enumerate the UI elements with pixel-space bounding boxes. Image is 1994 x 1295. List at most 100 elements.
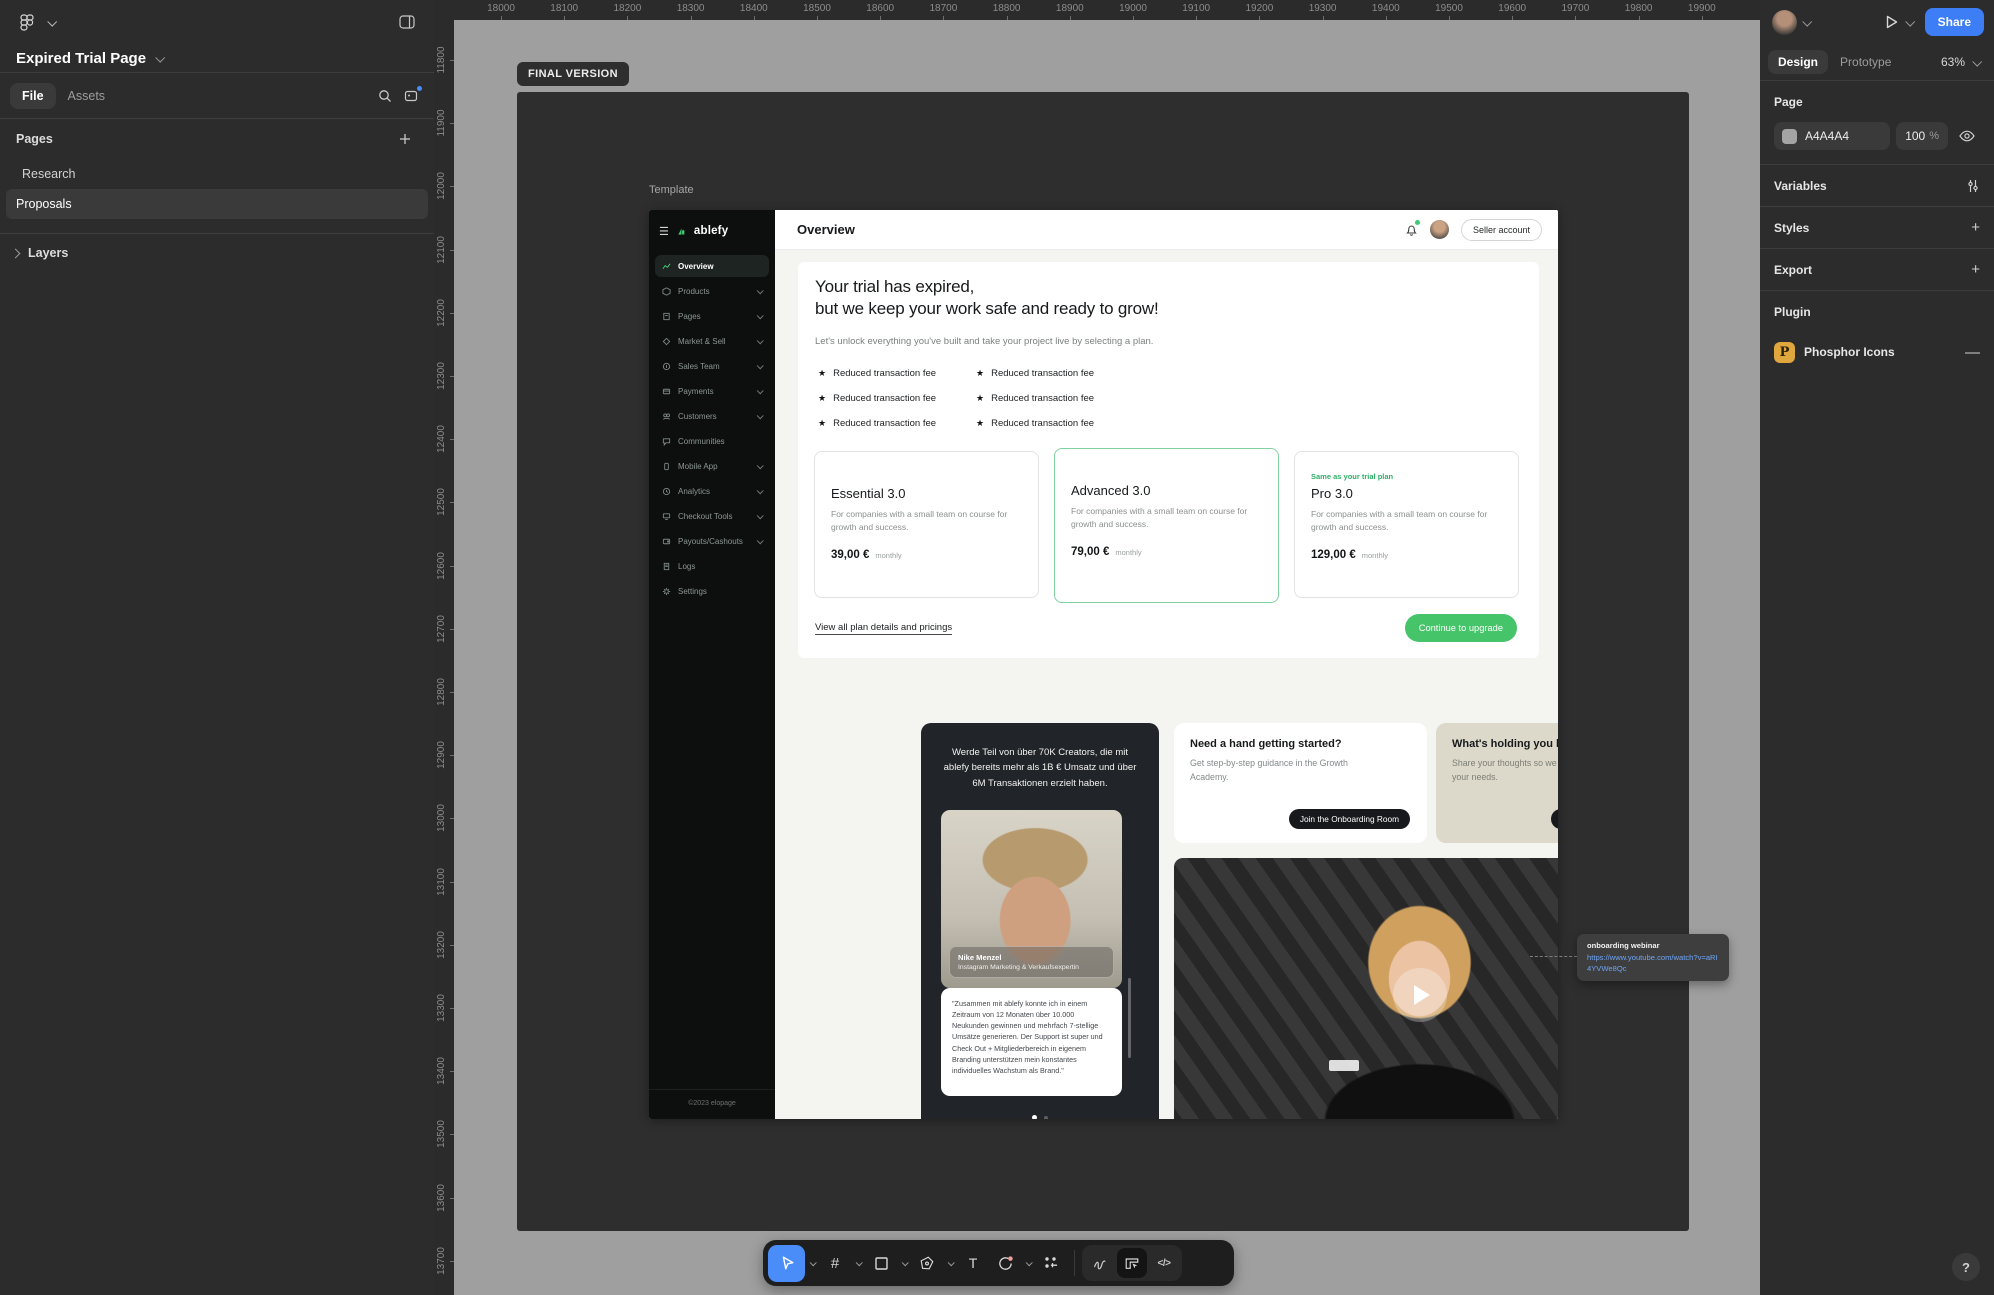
search-icon[interactable] [372,83,398,109]
nav-item-sales-team[interactable]: Sales Team [655,355,769,377]
pen-tool-chevron-icon[interactable] [943,1246,957,1280]
remove-plugin-icon[interactable]: — [1965,344,1980,361]
testimonial-photo: Nike Menzel Instagram Marketing & Verkau… [941,810,1122,988]
text-tool-button[interactable]: T [957,1246,989,1280]
nav-item-analytics[interactable]: Analytics [655,480,769,502]
join-onboarding-button[interactable]: Join the Onboarding Room [1289,809,1410,829]
nav-item-logs[interactable]: Logs [655,555,769,577]
actions-tool-button[interactable] [1035,1246,1067,1280]
page-opacity-input[interactable]: 100 % [1896,122,1948,150]
present-icon[interactable] [1882,13,1900,31]
frame-label[interactable]: Template [649,184,694,196]
tab-design[interactable]: Design [1768,50,1828,74]
dot-active[interactable] [1032,1115,1037,1119]
file-title-row[interactable]: Expired Trial Page [0,44,434,72]
pen-tool-button[interactable] [911,1246,943,1280]
nav-item-pages[interactable]: Pages [655,305,769,327]
tooltip-link[interactable]: https://www.youtube.com/watch?v=aRI4YVWe… [1587,953,1719,974]
draw-mode-button[interactable] [1085,1248,1115,1278]
variables-icon[interactable] [1966,179,1980,193]
add-style-icon[interactable]: + [1971,219,1980,236]
comment-tool-button[interactable] [989,1246,1021,1280]
file-menu-chevron-icon[interactable] [47,16,57,26]
scrollbar[interactable] [1128,978,1131,1058]
color-swatch[interactable] [1782,129,1797,144]
ruler-tick [501,16,502,20]
move-tool-chevron-icon[interactable] [805,1246,819,1280]
tab-file[interactable]: File [10,83,56,109]
nav-item-checkout-tools[interactable]: Checkout Tools [655,505,769,527]
nav-item-payouts-cashouts[interactable]: Payouts/Cashouts [655,530,769,552]
person-name: Nike Menzel [958,953,1105,962]
ruler-tick [450,1071,454,1072]
shape-tool-button[interactable] [865,1246,897,1280]
opacity-value: 100 [1905,129,1925,143]
nav-item-payments[interactable]: Payments [655,380,769,402]
frame-tool-chevron-icon[interactable] [851,1246,865,1280]
plan-card-advanced[interactable]: Advanced 3.0 For companies with a small … [1054,448,1279,603]
tab-assets[interactable]: Assets [56,83,118,109]
dev-mode-button[interactable]: </> [1149,1248,1179,1278]
ruler-tick [564,16,565,20]
help-button[interactable]: ? [1952,1253,1980,1281]
dot[interactable] [1044,1116,1048,1120]
tab-prototype[interactable]: Prototype [1830,50,1901,74]
user-chevron-icon[interactable] [1802,16,1812,26]
move-tool-button[interactable] [768,1245,805,1282]
design-frame[interactable]: ☰ ablefy OverviewProductsPagesMarket & S… [649,210,1558,1119]
ruler-tick [450,945,454,946]
page-item-proposals[interactable]: Proposals [6,189,428,219]
seller-account-button[interactable]: Seller account [1461,219,1542,241]
comment-tool-chevron-icon[interactable] [1021,1246,1035,1280]
frame-tool-button[interactable]: # [819,1246,851,1280]
plan-card-essential[interactable]: Essential 3.0 For companies with a small… [814,451,1039,598]
plan-card-pro[interactable]: Same as your trial plan Pro 3.0 For comp… [1294,451,1519,598]
view-plans-link[interactable]: View all plan details and pricings [815,622,952,635]
nav-item-customers[interactable]: Customers [655,405,769,427]
benefit-item: ★Reduced transaction fee [976,368,1134,379]
nav-item-mobile-app[interactable]: Mobile App [655,455,769,477]
avatar[interactable] [1430,220,1449,239]
ruler-tick-label: 19600 [1498,3,1526,14]
ruler-tick-label: 18200 [613,3,641,14]
bell-icon[interactable] [1405,223,1418,237]
nav-item-market-sell[interactable]: Market & Sell [655,330,769,352]
notification-dot [417,86,422,91]
file-title-chevron-icon[interactable] [155,52,165,62]
present-chevron-icon[interactable] [1905,16,1915,26]
shape-tool-chevron-icon[interactable] [897,1246,911,1280]
hamburger-menu-icon[interactable]: ☰ [659,225,669,238]
user-avatar[interactable] [1772,10,1797,35]
share-thoughts-button[interactable]: Share your thoughts [1551,809,1558,829]
carousel-dots[interactable] [921,1115,1159,1119]
gear-icon [662,587,671,596]
figma-logo-icon[interactable] [14,9,40,35]
layers-chevron-icon[interactable] [11,248,21,258]
layers-header[interactable]: Layers [0,233,434,272]
benefit-item: ★Reduced transaction fee [818,368,976,379]
plugin-item[interactable]: P Phosphor Icons — [1760,332,1994,372]
continue-upgrade-button[interactable]: Continue to upgrade [1405,614,1517,642]
add-export-icon[interactable]: + [1971,261,1980,278]
zoom-chevron-icon[interactable] [1972,56,1982,66]
chevron-down-icon [757,312,764,319]
ruler-tick [450,186,454,187]
zoom-control[interactable]: 63% [1941,55,1986,69]
add-page-icon[interactable] [392,126,418,152]
canvas[interactable]: FINAL VERSION Template ☰ ablefy Overview… [434,0,1760,1295]
annotate-mode-button[interactable] [1117,1248,1147,1278]
nav-item-settings[interactable]: Settings [655,580,769,602]
visibility-eye-icon[interactable] [1954,130,1980,142]
panel-toggle-icon[interactable] [394,9,420,35]
page-item-research[interactable]: Research [6,160,428,188]
section-label[interactable]: FINAL VERSION [517,62,629,86]
nav-item-communities[interactable]: Communities [655,430,769,452]
page-color-input[interactable]: A4A4A4 [1774,122,1890,150]
ruler-tick-label: 18100 [550,3,578,14]
minimap-icon[interactable] [398,83,424,109]
nav-item-products[interactable]: Products [655,280,769,302]
play-button[interactable] [1393,968,1447,1022]
webinar-video-thumbnail[interactable] [1174,858,1558,1119]
share-button[interactable]: Share [1925,8,1984,36]
nav-item-overview[interactable]: Overview [655,255,769,277]
